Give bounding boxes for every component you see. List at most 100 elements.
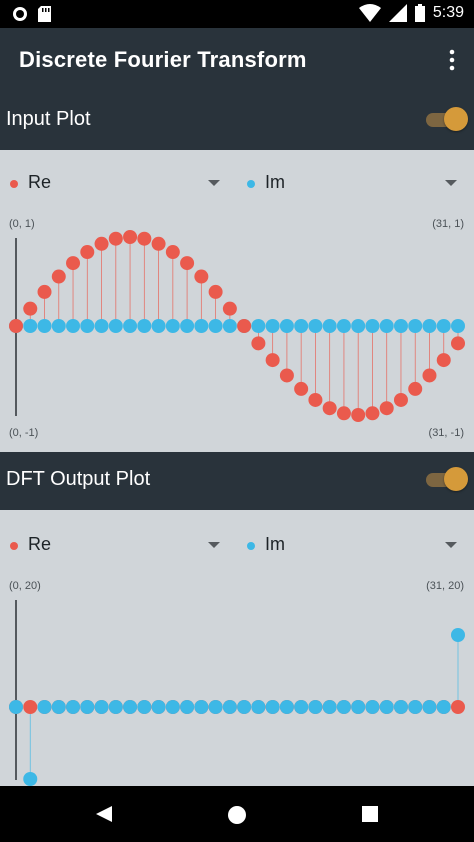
real-data-point — [9, 319, 23, 333]
imag-data-point — [194, 700, 209, 714]
dft-output-plot-panel: Re Im (0, 20) (31, 20) — [0, 512, 474, 786]
imag-data-point — [322, 319, 337, 333]
real-data-point — [237, 319, 252, 333]
imag-data-point — [294, 700, 309, 714]
app-bar: Discrete Fourier Transform — [0, 28, 474, 92]
imag-data-point — [37, 319, 52, 333]
real-data-point — [279, 368, 294, 383]
imag-data-point — [379, 700, 394, 714]
real-data-point — [265, 353, 280, 368]
signal-icon — [388, 4, 407, 22]
real-data-point — [151, 236, 166, 251]
input-plot-title: Input Plot — [6, 108, 91, 130]
imag-data-point — [137, 319, 152, 333]
imag-data-point — [137, 700, 152, 714]
imag-data-point — [151, 700, 166, 714]
imag-data-point — [180, 700, 195, 714]
real-data-point — [37, 284, 52, 299]
imag-data-point — [222, 700, 237, 714]
dft-output-header: DFT Output Plot — [0, 452, 474, 510]
real-data-point — [451, 700, 465, 714]
real-data-point — [379, 401, 394, 416]
imag-data-point — [322, 700, 337, 714]
imag-data-point — [408, 319, 423, 333]
imag-data-point — [393, 319, 408, 333]
imag-data-point — [294, 319, 309, 333]
battery-icon — [414, 4, 425, 22]
real-data-point — [66, 256, 81, 271]
imag-data-point — [237, 700, 252, 714]
recents-icon[interactable] — [361, 805, 379, 823]
imag-data-point — [422, 319, 437, 333]
real-data-point — [408, 381, 423, 396]
imag-data-point — [151, 319, 166, 333]
input-bottom-left-label: (0, -1) — [9, 427, 38, 439]
imag-data-point — [451, 319, 465, 333]
real-data-point — [51, 269, 66, 284]
back-icon[interactable] — [94, 804, 114, 824]
home-icon[interactable] — [226, 804, 248, 826]
imag-data-point — [436, 700, 451, 714]
real-data-point — [108, 231, 123, 246]
imag-data-point — [37, 700, 52, 714]
imag-data-point — [165, 700, 180, 714]
imag-data-point — [108, 319, 123, 333]
real-data-point — [351, 408, 366, 422]
navigation-bar — [0, 786, 474, 842]
imag-data-point — [251, 319, 266, 333]
imag-data-point — [279, 319, 294, 333]
imag-data-point — [80, 700, 95, 714]
imag-data-point — [208, 319, 223, 333]
wifi-icon — [358, 4, 381, 22]
input-bottom-right-label: (31, -1) — [429, 427, 464, 439]
imag-data-point — [23, 772, 38, 786]
real-data-point — [208, 284, 223, 299]
output-top-right-label: (31, 20) — [426, 580, 464, 592]
input-top-left-label: (0, 1) — [9, 218, 35, 230]
imag-data-point — [408, 700, 423, 714]
imag-data-point — [422, 700, 437, 714]
real-data-point — [94, 236, 109, 251]
imag-data-point — [9, 700, 23, 714]
toggle-thumb — [444, 467, 468, 491]
input-plot-header: Input Plot — [0, 92, 474, 150]
overflow-menu-icon[interactable] — [444, 48, 460, 72]
real-data-point — [123, 230, 138, 244]
imag-data-point — [123, 700, 138, 714]
real-data-point — [436, 353, 451, 368]
imag-data-point — [194, 319, 209, 333]
real-data-point — [165, 245, 180, 260]
real-data-point — [194, 269, 209, 284]
circle-notification-icon — [13, 7, 27, 21]
input-plot-panel: Re Im (0, 1) (31, 1) (0, -1) (31, -1) — [0, 150, 474, 448]
imag-data-point — [222, 319, 237, 333]
imag-data-point — [336, 319, 351, 333]
real-data-point — [322, 401, 337, 416]
imag-data-point — [123, 319, 138, 333]
dft-output-title: DFT Output Plot — [6, 468, 151, 490]
imag-data-point — [436, 319, 451, 333]
input-plot-toggle[interactable] — [424, 107, 468, 133]
imag-data-point — [66, 700, 81, 714]
real-data-point — [251, 336, 266, 351]
imag-data-point — [451, 628, 465, 642]
imag-data-point — [351, 700, 366, 714]
output-top-left-label: (0, 20) — [9, 580, 41, 592]
sd-card-icon — [38, 6, 51, 22]
real-data-point — [222, 301, 237, 316]
imag-data-point — [365, 319, 380, 333]
real-data-point — [393, 392, 408, 407]
real-data-point — [294, 381, 309, 396]
app-title: Discrete Fourier Transform — [19, 47, 307, 72]
imag-data-point — [80, 319, 95, 333]
imag-data-point — [165, 319, 180, 333]
imag-data-point — [94, 700, 109, 714]
dft-output-toggle[interactable] — [424, 467, 468, 493]
imag-data-point — [308, 700, 323, 714]
imag-data-point — [108, 700, 123, 714]
imag-data-point — [251, 700, 266, 714]
imag-data-point — [51, 319, 66, 333]
imag-data-point — [379, 319, 394, 333]
real-data-point — [23, 700, 38, 714]
real-data-point — [137, 231, 152, 246]
